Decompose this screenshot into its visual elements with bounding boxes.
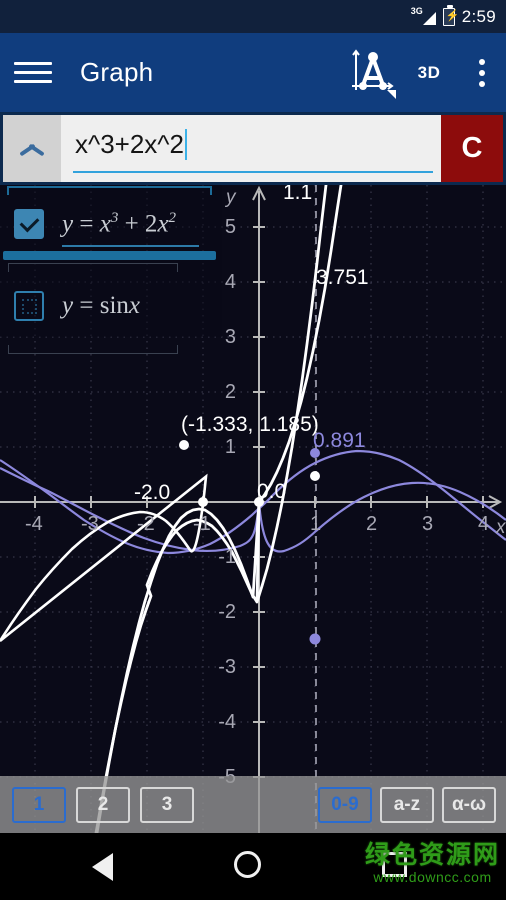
function-expression-1: y = x3 + 2x2 [62,209,177,238]
battery-charging-icon: ⚡ [442,4,459,26]
point-origin [254,497,264,507]
status-clock: 2:59 [461,6,496,26]
keyboard-right-group: 0-9 a-z α-ω [317,786,496,823]
kb-key-numeric[interactable]: 0-9 [317,786,372,823]
graph-axes-glyph [352,48,396,99]
signal-bars-icon [422,11,436,25]
panel-row2-bracket-bottom [8,345,178,354]
function-checkbox-2[interactable] [14,291,44,321]
clear-button[interactable]: C [441,115,503,182]
function-row-1[interactable]: y = x3 + 2x2 [0,193,222,255]
keyboard-left-group: 1 2 3 [12,786,194,823]
point-cubic-cursor-alt [310,448,320,458]
overflow-menu-icon[interactable] [458,58,506,87]
back-triangle-icon[interactable] [92,853,113,881]
status-bar: 3G ⚡ 2:59 [0,0,506,33]
expression-input-bar: x^3+2x^2 C [0,112,506,185]
signal-strength-icon: 3G [410,5,436,27]
hamburger-menu-icon[interactable] [14,62,70,83]
point-root-left [198,497,208,507]
app-bar: Graph 3D [0,33,506,112]
cubic-curve-right-branch [257,185,343,504]
panel-row2-bracket-top [8,263,178,272]
keyboard-toolbar: 1 2 3 0-9 a-z α-ω [0,776,506,833]
kb-key-3[interactable]: 3 [140,786,194,823]
input-underline [73,171,433,173]
page-title: Graph [80,57,154,87]
kb-key-1[interactable]: 1 [12,786,66,823]
kb-key-latin[interactable]: a-z [379,786,434,823]
panel-divider-bar [3,251,216,260]
function-field-underline-1 [62,245,199,247]
graph-canvas[interactable]: -4 -3 -2 -1 1 2 3 4 x 1 2 3 4 5 -1 -2 -3… [0,185,506,833]
recents-square-icon[interactable] [382,852,407,877]
kb-key-2[interactable]: 2 [76,786,130,823]
point-local-max [179,440,189,450]
chevron-up-glyph [19,142,45,156]
data-point-markers [179,440,321,645]
expression-value: x^3+2x^2 [75,129,184,159]
home-circle-icon[interactable] [234,851,261,878]
point-cubic-cursor [310,471,320,481]
graph-axes-icon[interactable] [346,46,400,100]
function-list-panel: y = x3 + 2x2 y = sinx [0,185,222,354]
function-row-2[interactable]: y = sinx [0,275,222,337]
network-type-label: 3G [410,5,423,16]
point-sine-cursor [309,633,321,645]
kb-key-greek[interactable]: α-ω [441,786,496,823]
expression-input[interactable]: x^3+2x^2 [61,115,441,182]
function-expression-2: y = sinx [62,292,141,319]
mode-3d-button[interactable]: 3D [400,63,458,83]
android-nav-bar: 绿色资源网 www.downcc.com [0,833,506,900]
text-caret [184,129,187,160]
chevron-up-icon[interactable] [3,115,61,182]
app-root: 3G ⚡ 2:59 Graph 3D x^3+2x^2 C -4 -3 -2 -… [0,0,506,900]
function-checkbox-1[interactable] [14,209,44,239]
